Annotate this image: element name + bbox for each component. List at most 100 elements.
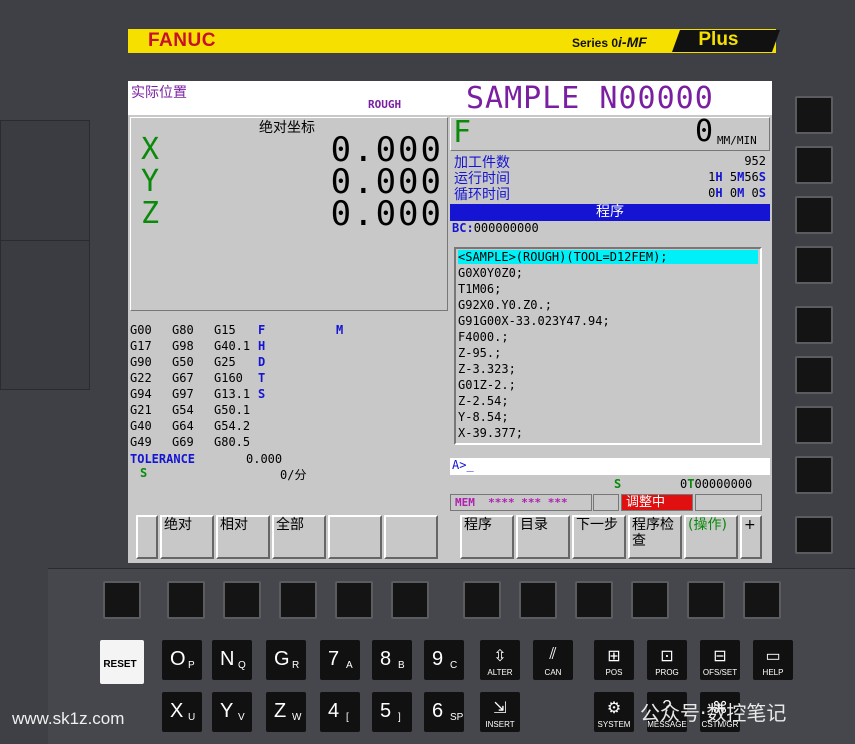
- key-x[interactable]: XU: [162, 692, 202, 732]
- softkey-directory[interactable]: 目录: [516, 515, 570, 559]
- key-ofs-set[interactable]: ⊟ OFS/SET: [700, 640, 740, 680]
- pos-icon: ⊞: [607, 648, 621, 665]
- program-line[interactable]: Z-2.54;: [458, 394, 509, 408]
- program-line[interactable]: G92X0.Y0.Z0.;: [458, 298, 552, 312]
- side-button-6[interactable]: [795, 356, 833, 394]
- key-4[interactable]: 4[: [320, 692, 360, 732]
- gcode-cell: G13.1: [214, 387, 251, 401]
- gcode-cell: G50: [172, 355, 194, 369]
- program-line-current[interactable]: <SAMPLE>(ROUGH)(TOOL=D12FEM);: [458, 250, 758, 264]
- reset-key[interactable]: RESET: [100, 640, 144, 684]
- key-system[interactable]: ⚙ SYSTEM: [594, 692, 634, 732]
- key-insert[interactable]: ⇲ INSERT: [480, 692, 520, 732]
- info-panel: 加工件数 952 运行时间 1H 5M56S 循环时间 0H 0M 0S: [450, 153, 770, 203]
- program-line[interactable]: Y-8.54;: [458, 410, 509, 424]
- softkey-hw-11[interactable]: [687, 581, 725, 619]
- program-line[interactable]: G91G00X-33.023Y47.94;: [458, 314, 610, 328]
- softkey-hw-4[interactable]: [279, 581, 317, 619]
- program-name: SAMPLE N00000: [466, 81, 714, 116]
- cycle-time-value: 0H 0M 0S: [708, 186, 766, 200]
- softkey-hw-6[interactable]: [391, 581, 429, 619]
- softkey-next-step[interactable]: 下一步: [572, 515, 626, 559]
- parts-count-value: 952: [744, 154, 766, 168]
- key-z[interactable]: ZW: [266, 692, 306, 732]
- program-listing[interactable]: <SAMPLE>(ROUGH)(TOOL=D12FEM); G0X0Y0Z0; …: [454, 247, 762, 445]
- softkey-relative[interactable]: 相对: [216, 515, 270, 559]
- program-line[interactable]: X-39.377;: [458, 426, 523, 440]
- key-pos[interactable]: ⊞ POS: [594, 640, 634, 680]
- adjusting-badge: 调整中: [621, 494, 693, 511]
- key-7[interactable]: 7A: [320, 640, 360, 680]
- side-button-1[interactable]: [795, 96, 833, 134]
- key-prog[interactable]: ⊡ PROG: [647, 640, 687, 680]
- feed-panel: F 0 MM/MIN: [450, 114, 770, 151]
- key-g[interactable]: GR: [266, 640, 306, 680]
- gcode-cell: G67: [172, 371, 194, 385]
- program-line[interactable]: G0X0Y0Z0;: [458, 266, 523, 280]
- softkey-empty-2[interactable]: [384, 515, 438, 559]
- position-panel: 绝对坐标 X 0.000 Y 0.000 Z 0.000: [130, 117, 448, 311]
- side-button-3[interactable]: [795, 196, 833, 234]
- gcode-letter-h: H: [258, 339, 266, 353]
- key-9[interactable]: 9C: [424, 640, 464, 680]
- softkey-absolute[interactable]: 绝对: [160, 515, 214, 559]
- side-button-7[interactable]: [795, 406, 833, 444]
- key-alter[interactable]: ⇳ ALTER: [480, 640, 520, 680]
- side-button-8[interactable]: [795, 456, 833, 494]
- key-5[interactable]: 5]: [372, 692, 412, 732]
- softkey-hw-5[interactable]: [335, 581, 373, 619]
- plus-badge: Plus: [671, 29, 781, 52]
- softkey-hw-9[interactable]: [575, 581, 613, 619]
- gcode-cell: G69: [172, 435, 194, 449]
- help-icon: ▭: [765, 648, 781, 665]
- position-title: 绝对坐标: [259, 120, 315, 136]
- key-help[interactable]: ▭ HELP: [753, 640, 793, 680]
- softkey-hw-12[interactable]: [743, 581, 781, 619]
- softkey-more[interactable]: +: [740, 515, 762, 559]
- gcode-cell: G54.2: [214, 419, 251, 433]
- gcode-cell: G97: [172, 387, 194, 401]
- softkey-hw-10[interactable]: [631, 581, 669, 619]
- softkey-program[interactable]: 程序: [460, 515, 514, 559]
- softkey-return[interactable]: [136, 515, 158, 559]
- softkey-hw-8[interactable]: [519, 581, 557, 619]
- gcode-cell: G22: [130, 371, 152, 385]
- gcode-letter-d: D: [258, 355, 266, 369]
- status-bar: MEM **** *** *** 调整中: [450, 494, 762, 511]
- program-line[interactable]: G01Z-2.;: [458, 378, 516, 392]
- key-o[interactable]: OP: [162, 640, 202, 680]
- side-button-5[interactable]: [795, 306, 833, 344]
- cycle-time-label: 循环时间: [454, 187, 510, 203]
- key-6[interactable]: 6 SP: [424, 692, 464, 732]
- key-y[interactable]: YV: [212, 692, 252, 732]
- softkey-hw-7[interactable]: [463, 581, 501, 619]
- softkey-operation[interactable]: (操作): [684, 515, 738, 559]
- program-line[interactable]: T1M06;: [458, 282, 501, 296]
- program-line[interactable]: F4000.;: [458, 330, 509, 344]
- gcode-cell: G25: [214, 355, 236, 369]
- softkey-hw-3[interactable]: [223, 581, 261, 619]
- side-button-9[interactable]: [795, 516, 833, 554]
- key-8[interactable]: 8B: [372, 640, 412, 680]
- axis-y-label: Y: [141, 164, 160, 199]
- gcode-letter-s: S: [258, 387, 266, 401]
- key-can[interactable]: ⫽ CAN: [533, 640, 573, 680]
- side-button-2[interactable]: [795, 146, 833, 184]
- fanuc-logo: FANUC: [148, 30, 216, 51]
- softkey-empty-1[interactable]: [328, 515, 382, 559]
- softkey-program-check[interactable]: 程序检查: [628, 515, 682, 559]
- softkey-hw-1[interactable]: [103, 581, 141, 619]
- softkey-hw-2[interactable]: [167, 581, 205, 619]
- status-spindle-label: S: [614, 477, 622, 491]
- key-n[interactable]: NQ: [212, 640, 252, 680]
- softkey-all[interactable]: 全部: [272, 515, 326, 559]
- series-label: Series 0i-MF: [572, 34, 647, 50]
- bezel-panel-left-divider: [0, 240, 90, 390]
- mode-status: MEM **** *** ***: [450, 494, 592, 511]
- program-line[interactable]: Z-3.323;: [458, 362, 516, 376]
- side-button-4[interactable]: [795, 246, 833, 284]
- cnc-screen: 实际位置 ROUGH SAMPLE N00000 绝对坐标 X 0.000 Y …: [128, 81, 772, 563]
- gcode-letter-t: T: [258, 371, 266, 385]
- input-buffer[interactable]: A>_: [450, 458, 770, 475]
- program-line[interactable]: Z-95.;: [458, 346, 501, 360]
